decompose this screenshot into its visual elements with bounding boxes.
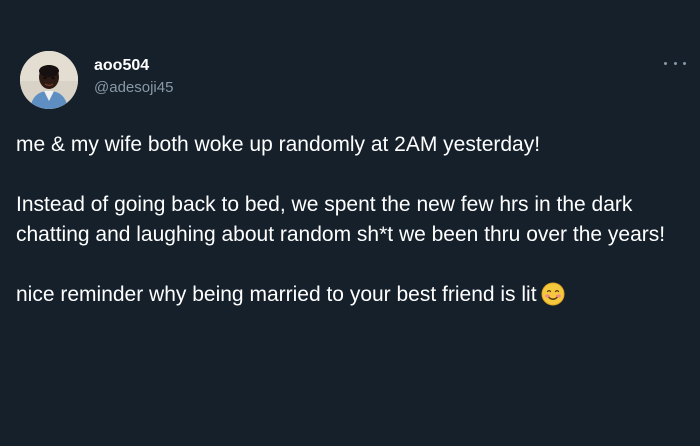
more-dot	[664, 61, 667, 65]
author-handle[interactable]: @adesoji45	[94, 78, 173, 98]
more-dot	[673, 61, 677, 65]
tweet-text: me & my wife both woke up randomly at 2A…	[16, 130, 686, 310]
tweet-paragraph-1: me & my wife both woke up randomly at 2A…	[16, 130, 686, 160]
more-dot	[683, 61, 686, 65]
more-options-icon[interactable]	[664, 58, 686, 68]
tweet-paragraph-1-text: me & my wife both woke up randomly at 2A…	[16, 133, 541, 156]
author-identity: aoo504 @adesoji45	[94, 56, 173, 98]
tweet-paragraph-3-text: nice reminder why being married to your …	[16, 283, 537, 306]
author-display-name[interactable]: aoo504	[94, 56, 173, 76]
tweet-paragraph-2-text: Instead of going back to bed, we spent t…	[16, 193, 666, 246]
avatar[interactable]	[20, 51, 78, 109]
tweet-paragraph-2: Instead of going back to bed, we spent t…	[16, 190, 686, 250]
tweet-paragraph-3: nice reminder why being married to your …	[16, 280, 686, 310]
avatar-photo-icon	[20, 51, 78, 109]
tweet-card: aoo504 @adesoji45 me & my wife both woke…	[0, 0, 700, 446]
smiling-face-emoji-icon	[541, 282, 565, 306]
tweet-header: aoo504 @adesoji45	[20, 51, 173, 109]
